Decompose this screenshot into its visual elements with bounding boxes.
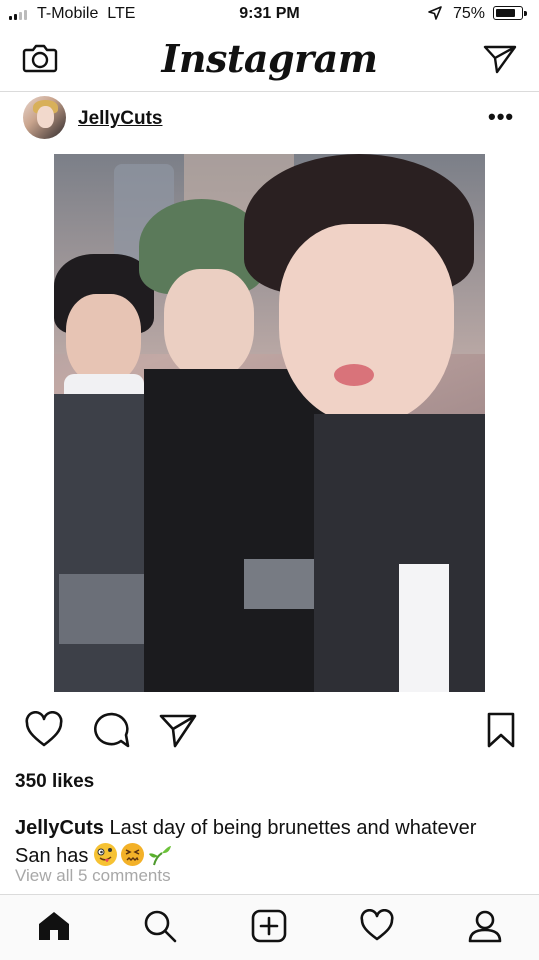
battery-percent: 75%: [453, 5, 486, 22]
heart-icon[interactable]: [24, 711, 64, 749]
profile-icon[interactable]: [467, 909, 503, 943]
activity-heart-icon[interactable]: [359, 909, 395, 943]
likes-count[interactable]: 350 likes: [15, 771, 94, 793]
new-post-icon[interactable]: [251, 909, 287, 943]
post-caption: JellyCuts Last day of being brunettes an…: [15, 814, 515, 870]
direct-message-icon[interactable]: [483, 44, 517, 74]
confounded-face-emoji: [120, 843, 144, 866]
status-bar: T-Mobile LTE 9:31 PM 75%: [0, 0, 539, 30]
bookmark-icon[interactable]: [485, 711, 517, 749]
app-header: Instagram: [0, 30, 539, 92]
comment-icon[interactable]: [91, 711, 131, 749]
more-options-icon[interactable]: •••: [488, 104, 514, 130]
battery-icon: [493, 6, 527, 20]
view-comments-link[interactable]: View all 5 comments: [15, 866, 171, 886]
seedling-emoji: [148, 843, 171, 866]
home-icon[interactable]: [36, 909, 72, 943]
share-icon[interactable]: [158, 711, 198, 749]
bottom-nav: [0, 894, 539, 960]
caption-username[interactable]: JellyCuts: [15, 817, 104, 839]
location-arrow-icon: [428, 6, 442, 20]
post-actions: [0, 708, 539, 752]
post-photo[interactable]: [54, 154, 485, 692]
zany-face-emoji: [93, 843, 117, 866]
avatar[interactable]: [23, 96, 66, 139]
instagram-logo[interactable]: Instagram: [0, 36, 539, 81]
post-username[interactable]: JellyCuts: [78, 108, 162, 130]
search-icon[interactable]: [142, 909, 178, 943]
